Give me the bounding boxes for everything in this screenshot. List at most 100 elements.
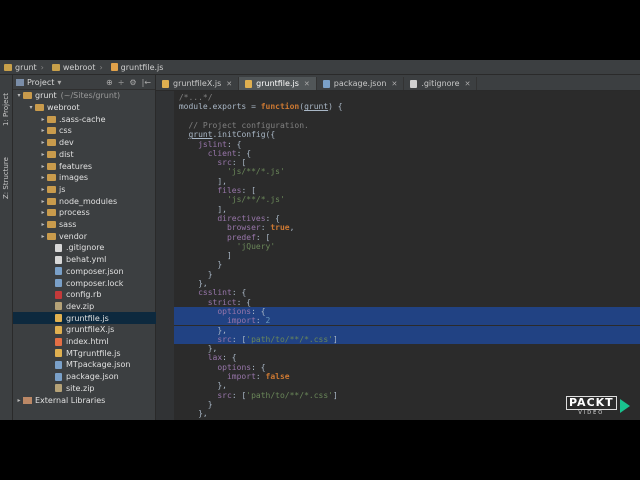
code-line: import: 2 [174,316,640,326]
folder-icon [47,139,56,147]
chevron-right-icon[interactable]: ▸ [39,221,47,228]
chevron-down-icon[interactable]: ▾ [27,104,35,111]
tree-item-label: External Libraries [35,395,106,405]
play-icon [619,399,630,413]
tree-item-label: gruntfile.js [66,313,109,323]
project-panel: Project ▾ ⊕ ÷ ⚙ |← ▾ grunt (~/Sites/grunt)… [13,75,189,420]
tree-root-grunt[interactable]: ▾ grunt (~/Sites/grunt) [13,90,157,102]
tree-item-label: MTgruntfile.js [66,348,121,358]
code-line: lax: { [207,353,237,363]
code-line: }); [174,419,640,421]
tree-item-label: images [59,173,89,183]
chevron-right-icon[interactable]: ▸ [39,163,47,170]
code-line: strict: { [207,297,252,307]
chevron-right-icon[interactable]: ▸ [39,198,47,205]
chevron-down-icon[interactable]: ▾ [57,78,61,87]
watermark-sub: VIDEO [578,410,605,416]
chevron-right-icon[interactable]: ▸ [39,116,47,123]
js-file-icon [245,79,253,88]
folder-icon [47,174,56,182]
folder-icon [47,115,56,123]
breadcrumb-item[interactable]: gruntfile.js [107,63,168,72]
hide-panel-icon[interactable]: |← [142,78,151,87]
tree-item-label: node_modules [59,196,118,206]
breadcrumb: grunt › webroot › gruntfile.js [0,60,640,75]
tree-item-label: dev.zip [66,301,95,311]
editor-tabs: gruntfileX.js ✕ gruntfile.js ✕ package.json ✕… [156,75,640,91]
code-line: files: [ [217,186,256,195]
folder-icon [47,162,56,170]
close-icon[interactable]: ✕ [304,80,310,88]
tree-item-label: process [59,208,90,218]
structure-tool-tab[interactable]: Z: Structure [1,147,11,209]
editor-pane: gruntfileX.js ✕ gruntfile.js ✕ package.json ✕… [156,75,640,420]
zip-file-icon [55,384,62,393]
tab-label: gruntfileX.js [173,79,222,88]
folder-icon [4,63,12,71]
tab-label: .gitignore [421,79,460,88]
tree-item-label: gruntfileX.js [66,325,115,335]
code-line: }, [174,381,227,391]
folder-icon [23,92,32,100]
project-view-selector[interactable]: Project [27,78,54,87]
tree-item-label: MTpackage.json [66,360,131,370]
code-area[interactable]: /*...*/ module.exports = function(grunt)… [156,91,640,420]
ruby-file-icon [55,290,62,299]
chevron-right-icon[interactable]: ▸ [39,209,47,216]
tool-window-strip: 1: Project Z: Structure [0,75,13,420]
chevron-right-icon[interactable]: ▸ [39,186,47,193]
js-file-icon [162,79,169,88]
folder-icon [47,209,56,217]
tab-label: package.json [333,79,387,88]
tree-item-label: package.json [66,372,119,382]
tree-item-label: dev [59,138,74,148]
tree-item-label: css [59,126,72,136]
scroll-from-source-icon[interactable]: ⊕ [106,78,113,87]
js-file-icon [55,325,62,334]
project-icon [16,78,24,86]
chevron-right-icon[interactable]: ▸ [39,151,47,158]
tree-item-label: site.zip [66,383,95,393]
code-line: ], [174,176,227,186]
tree-item-label: composer.lock [66,278,124,288]
json-file-icon [55,267,62,276]
breadcrumb-item[interactable]: webroot › [48,63,107,72]
chevron-right-icon[interactable]: ▸ [39,127,47,134]
tree-item-label: composer.json [66,266,124,276]
tree-item-label: js [59,184,66,194]
editor-tab[interactable]: package.json ✕ [317,77,405,90]
chevron-down-icon[interactable]: ▾ [15,92,23,99]
code-line: browser: true, [226,223,295,233]
collapse-all-icon[interactable]: ÷ [118,78,125,87]
code-line: }, [174,279,208,288]
editor-tab[interactable]: gruntfileX.js ✕ [156,77,240,90]
json-file-icon [55,372,62,381]
chevron-right-icon[interactable]: ▸ [39,174,47,181]
close-icon[interactable]: ✕ [465,80,471,88]
tree-item-label: .sass-cache [59,114,106,124]
library-icon [23,396,32,404]
tree-item-label: webroot [47,103,80,113]
chevron-right-icon[interactable]: ▸ [39,139,47,146]
chevron-right-icon[interactable]: ▸ [39,233,47,240]
editor-tab[interactable]: .gitignore ✕ [404,77,478,90]
code-line: 'js/**/*.js' [226,167,285,177]
editor-tab[interactable]: gruntfile.js ✕ [239,77,317,90]
packt-video-watermark: PACKT VIDEO [566,396,634,416]
code-line: src: ['path/to/**/*.css'] [174,334,640,345]
chevron-right-icon[interactable]: ▸ [15,397,23,404]
json-file-icon [322,79,330,88]
tree-external-libraries[interactable]: ▸ External Libraries [13,394,157,406]
tree-item-label: index.html [66,337,109,347]
folder-icon [35,104,44,112]
tree-item-path: (~/Sites/grunt) [60,91,121,101]
project-panel-header: Project ▾ ⊕ ÷ ⚙ |← [13,75,155,90]
breadcrumb-item[interactable]: grunt › [0,63,48,72]
close-icon[interactable]: ✕ [391,80,397,88]
tree-folder-webroot[interactable]: ▾ webroot [13,102,169,114]
project-tool-tab[interactable]: 1: Project [1,81,11,139]
gear-icon[interactable]: ⚙ [129,78,136,87]
tree-item-label: vendor [59,231,87,241]
close-icon[interactable]: ✕ [226,80,232,88]
